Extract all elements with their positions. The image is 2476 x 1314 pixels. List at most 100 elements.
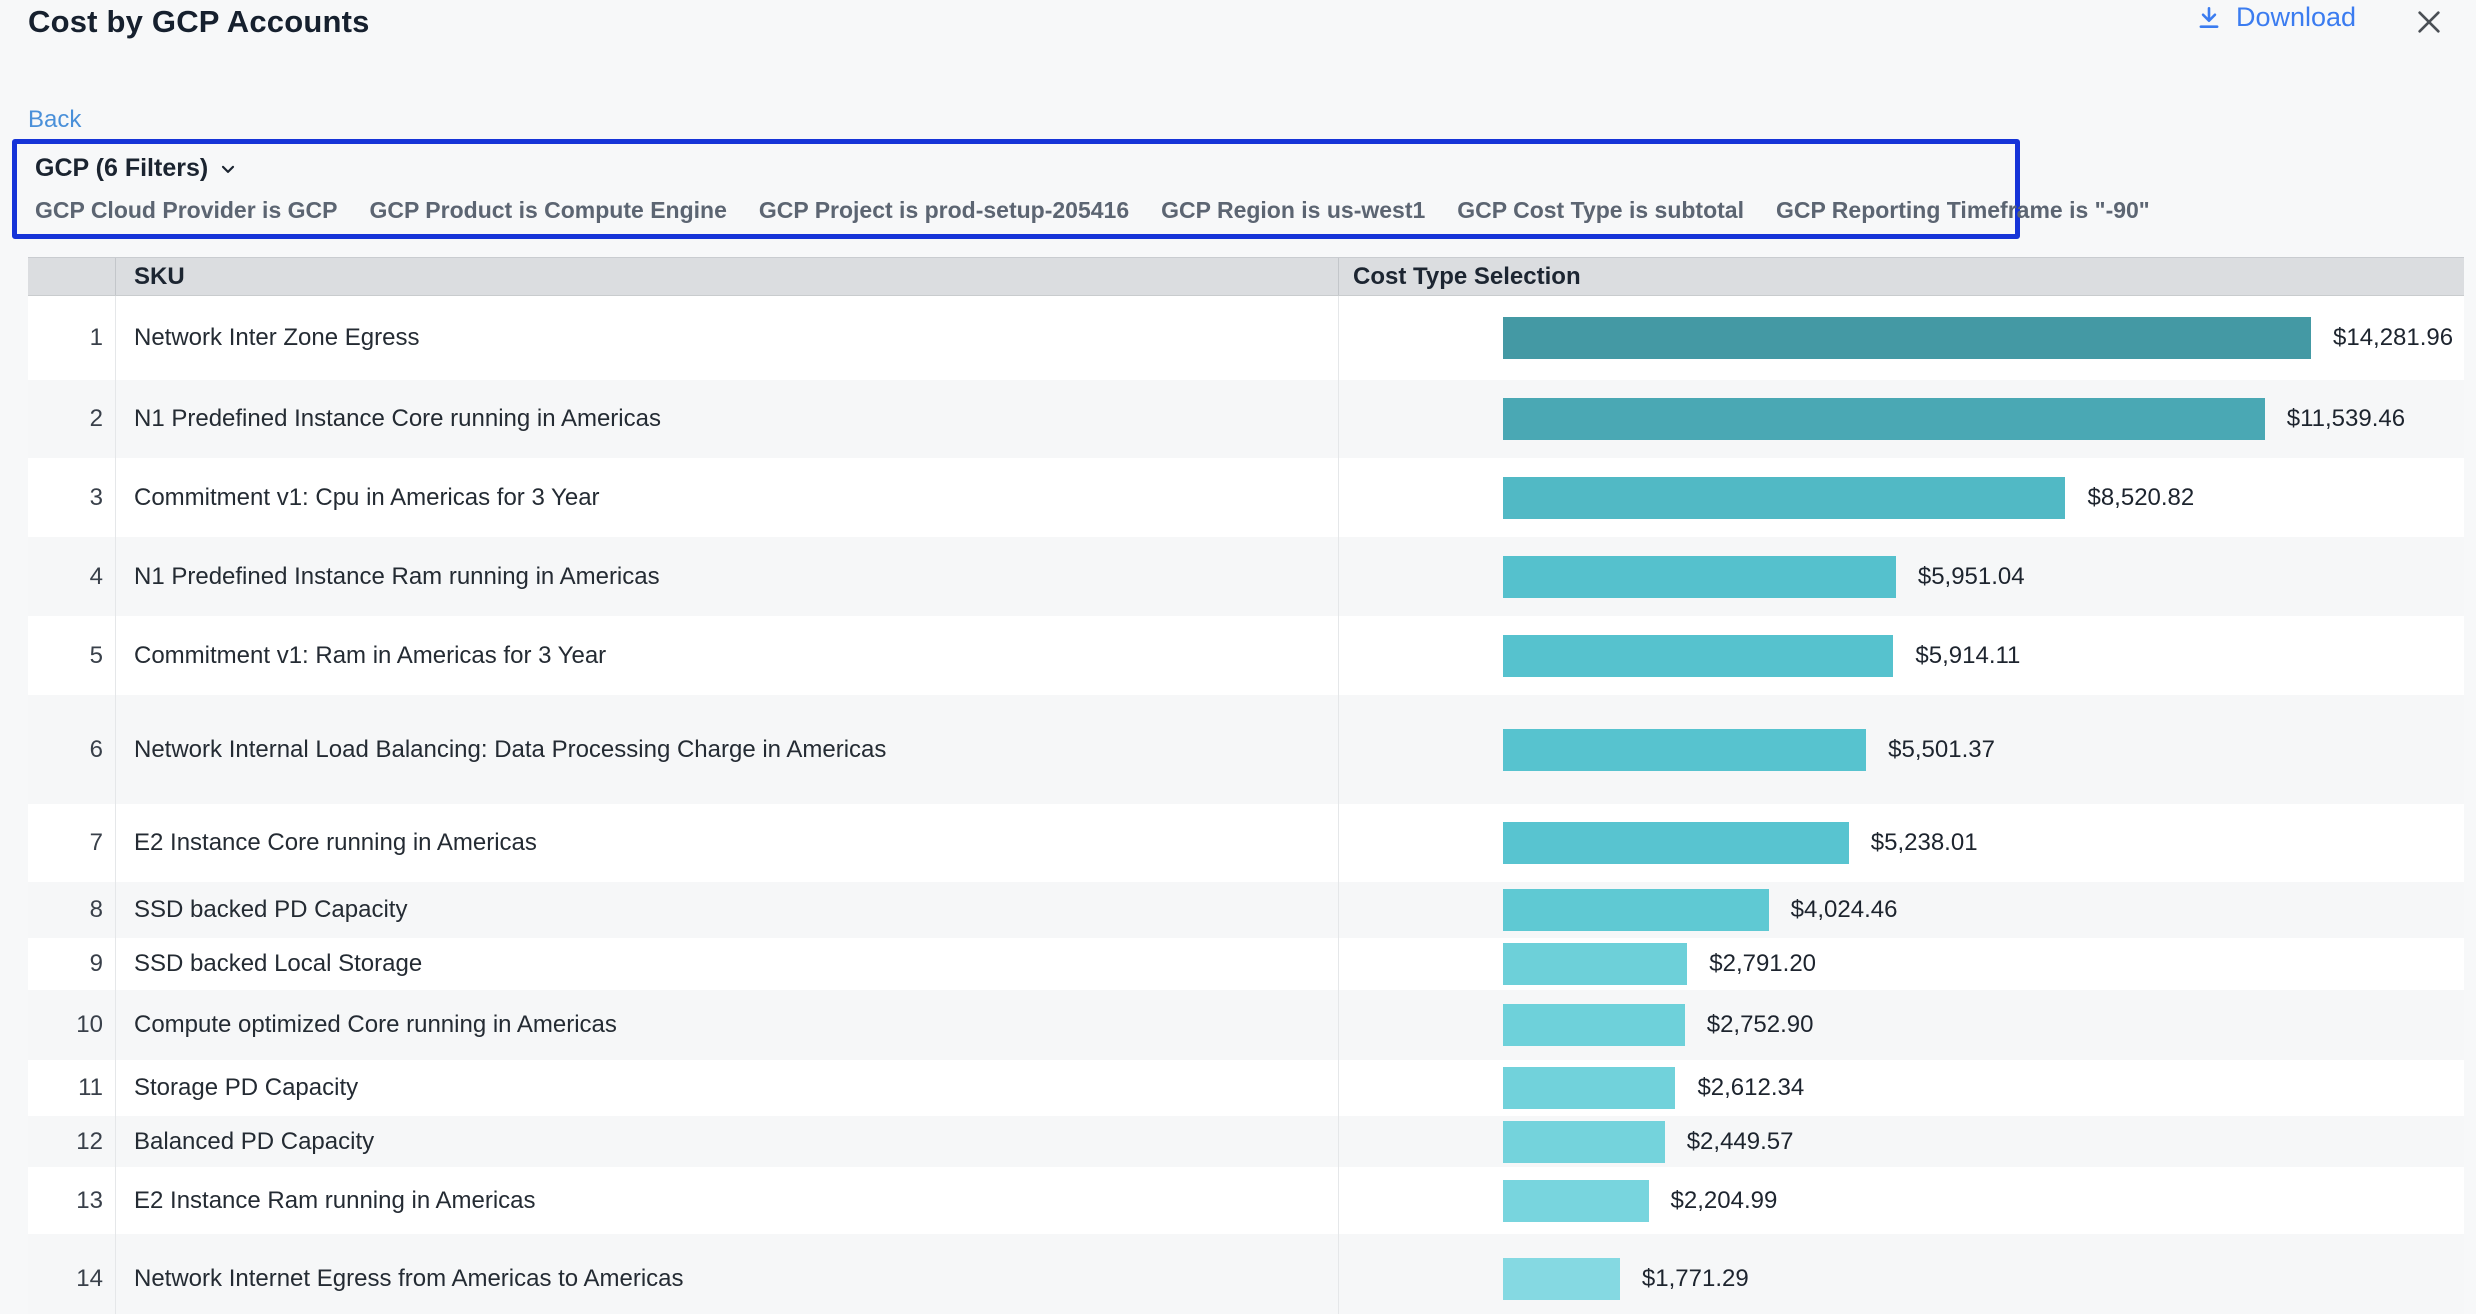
row-index: 8: [28, 882, 115, 938]
cost-bar[interactable]: [1503, 1004, 1685, 1046]
sku-label: Network Internet Egress from Americas to…: [115, 1234, 1338, 1314]
bar-track: $4,024.46: [1503, 889, 2311, 931]
cost-value-label: $11,539.46: [2287, 405, 2405, 433]
table-row: 3Commitment v1: Cpu in Americas for 3 Ye…: [28, 458, 2464, 537]
table-row: 1Network Inter Zone Egress$14,281.96: [28, 296, 2464, 380]
cost-bar-cell: $5,238.01: [1338, 804, 2464, 882]
cost-value-label: $2,612.34: [1697, 1074, 1804, 1102]
row-index: 4: [28, 537, 115, 616]
close-icon: [2413, 6, 2445, 38]
cost-bar-cell: $11,539.46: [1338, 380, 2464, 458]
download-icon: [2196, 4, 2222, 32]
table-row: 11Storage PD Capacity$2,612.34: [28, 1060, 2464, 1116]
row-index: 3: [28, 458, 115, 537]
cost-bar-cell: $1,771.29: [1338, 1234, 2464, 1314]
cost-bar[interactable]: [1503, 1121, 1665, 1163]
sku-label: Balanced PD Capacity: [115, 1116, 1338, 1167]
cost-bar[interactable]: [1503, 317, 2311, 359]
filter-dropdown-label: GCP (6 Filters): [35, 154, 208, 183]
table-row: 5Commitment v1: Ram in Americas for 3 Ye…: [28, 616, 2464, 695]
cost-bar-cell: $5,501.37: [1338, 695, 2464, 804]
cost-bar-cell: $14,281.96: [1338, 296, 2464, 380]
bar-track: $2,449.57: [1503, 1121, 2311, 1163]
column-header-index: [28, 258, 115, 295]
filter-dropdown[interactable]: GCP (6 Filters): [35, 154, 238, 183]
filter-chip[interactable]: GCP Product is Compute Engine: [369, 197, 726, 224]
cost-bar[interactable]: [1503, 1067, 1675, 1109]
cost-bar-cell: $5,951.04: [1338, 537, 2464, 616]
filter-chip[interactable]: GCP Reporting Timeframe is "-90": [1776, 197, 2150, 224]
close-button[interactable]: [2413, 6, 2445, 38]
bar-track: $5,951.04: [1503, 556, 2311, 598]
cost-bar-cell: $2,752.90: [1338, 990, 2464, 1060]
column-header-sku: SKU: [115, 258, 1338, 295]
cost-value-label: $8,520.82: [2087, 484, 2194, 512]
table-body: 1Network Inter Zone Egress$14,281.962N1 …: [28, 296, 2464, 1314]
table-row: 13E2 Instance Ram running in Americas $2,…: [28, 1167, 2464, 1234]
page-title: Cost by GCP Accounts: [28, 4, 370, 40]
cost-bar-cell: $2,612.34: [1338, 1060, 2464, 1116]
row-index: 7: [28, 804, 115, 882]
sku-label: Network Internal Load Balancing: Data Pr…: [115, 695, 1338, 804]
cost-value-label: $2,791.20: [1709, 950, 1816, 978]
cost-bar[interactable]: [1503, 1180, 1649, 1222]
cost-bar-cell: $2,449.57: [1338, 1116, 2464, 1167]
bar-track: $5,914.11: [1503, 635, 2311, 677]
cost-bar-cell: $2,791.20: [1338, 938, 2464, 990]
row-index: 6: [28, 695, 115, 804]
filter-chip[interactable]: GCP Cost Type is subtotal: [1457, 197, 1744, 224]
cost-value-label: $2,204.99: [1671, 1187, 1778, 1215]
cost-bar[interactable]: [1503, 822, 1849, 864]
bar-track: $11,539.46: [1503, 398, 2311, 440]
cost-bar[interactable]: [1503, 729, 1866, 771]
table-row: 2N1 Predefined Instance Core running in …: [28, 380, 2464, 458]
filter-chip[interactable]: GCP Region is us-west1: [1161, 197, 1425, 224]
sku-label: N1 Predefined Instance Core running in A…: [115, 380, 1338, 458]
cost-value-label: $5,914.11: [1915, 642, 2020, 670]
row-index: 10: [28, 990, 115, 1060]
filter-chip[interactable]: GCP Cloud Provider is GCP: [35, 197, 337, 224]
table-row: 7E2 Instance Core running in Americas $5,…: [28, 804, 2464, 882]
bar-track: $2,204.99: [1503, 1180, 2311, 1222]
cost-bar[interactable]: [1503, 556, 1896, 598]
bar-track: $5,501.37: [1503, 729, 2311, 771]
row-index: 9: [28, 938, 115, 990]
cost-bar[interactable]: [1503, 1258, 1620, 1300]
bar-track: $1,771.29: [1503, 1258, 2311, 1300]
sku-label: Commitment v1: Cpu in Americas for 3 Yea…: [115, 458, 1338, 537]
filter-list: GCP Cloud Provider is GCP GCP Product is …: [35, 197, 2015, 224]
table-row: 9SSD backed Local Storage $2,791.20: [28, 938, 2464, 990]
sku-label: E2 Instance Core running in Americas: [115, 804, 1338, 882]
cost-value-label: $4,024.46: [1791, 896, 1898, 924]
table-row: 12Balanced PD Capacity $2,449.57: [28, 1116, 2464, 1167]
bar-track: $5,238.01: [1503, 822, 2311, 864]
cost-value-label: $5,951.04: [1918, 563, 2025, 591]
back-link[interactable]: Back: [28, 106, 81, 134]
sku-label: Network Inter Zone Egress: [115, 296, 1338, 380]
row-index: 11: [28, 1060, 115, 1116]
cost-value-label: $2,752.90: [1707, 1011, 1814, 1039]
cost-bar[interactable]: [1503, 477, 2065, 519]
filter-panel-highlight: GCP (6 Filters) GCP Cloud Provider is GC…: [12, 139, 2020, 239]
cost-value-label: $1,771.29: [1642, 1265, 1749, 1293]
cost-bar[interactable]: [1503, 943, 1687, 985]
row-index: 5: [28, 616, 115, 695]
cost-table: SKU Cost Type Selection 1Network Inter Z…: [28, 257, 2464, 1314]
cost-value-label: $5,238.01: [1871, 829, 1978, 857]
cost-bar[interactable]: [1503, 635, 1893, 677]
row-index: 13: [28, 1167, 115, 1234]
sku-label: SSD backed Local Storage: [115, 938, 1338, 990]
table-row: 10Compute optimized Core running in Amer…: [28, 990, 2464, 1060]
sku-label: E2 Instance Ram running in Americas: [115, 1167, 1338, 1234]
row-index: 12: [28, 1116, 115, 1167]
cost-bar-cell: $8,520.82: [1338, 458, 2464, 537]
cost-bar[interactable]: [1503, 889, 1769, 931]
download-button[interactable]: Download: [2196, 2, 2356, 33]
table-header-row: SKU Cost Type Selection: [28, 257, 2464, 296]
download-label: Download: [2236, 2, 2356, 33]
cost-bar[interactable]: [1503, 398, 2265, 440]
cost-bar-cell: $5,914.11: [1338, 616, 2464, 695]
sku-label: SSD backed PD Capacity: [115, 882, 1338, 938]
filter-chip[interactable]: GCP Project is prod-setup-205416: [759, 197, 1129, 224]
table-row: 4N1 Predefined Instance Ram running in A…: [28, 537, 2464, 616]
